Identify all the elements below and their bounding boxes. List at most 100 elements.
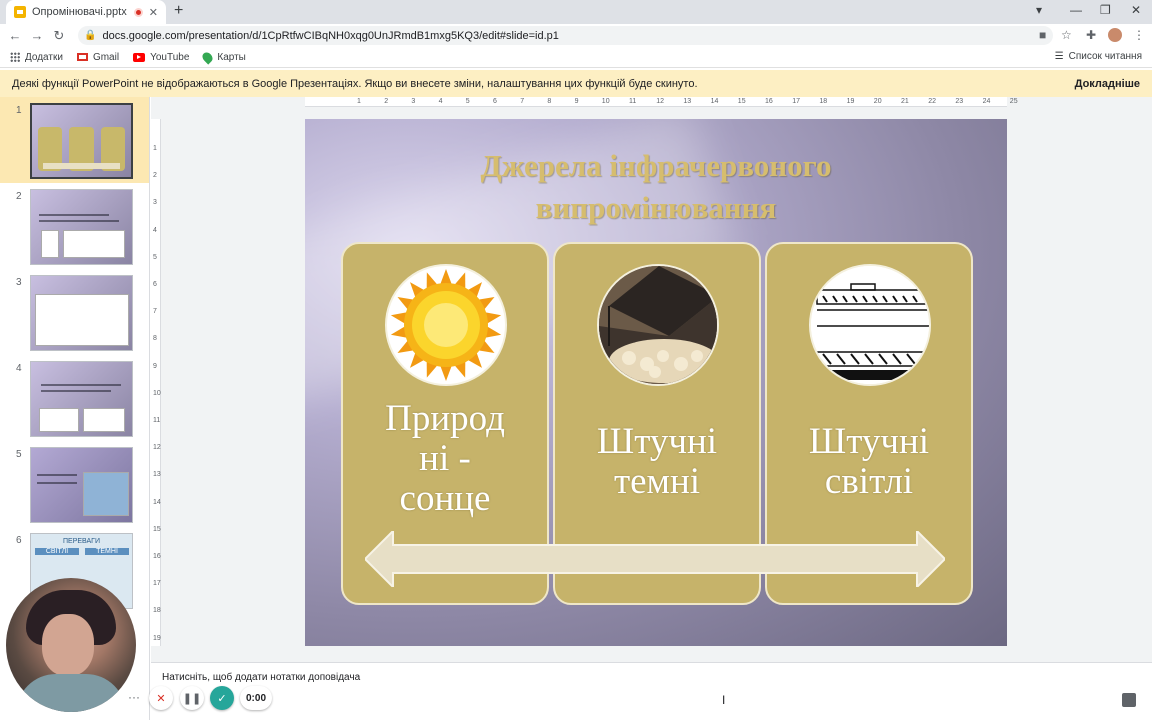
card-label-line: темні	[613, 461, 701, 502]
slide-title[interactable]: Джерела інфрачервоного випромінювання	[305, 145, 1007, 229]
ruler-tick-label: 10	[153, 389, 161, 397]
bookmark-gmail[interactable]: Gmail	[76, 51, 120, 63]
apps-grid-icon	[10, 52, 20, 62]
menu-icon[interactable]: ⋮	[1133, 28, 1145, 42]
tab-search-icon[interactable]: ▾	[1036, 3, 1042, 17]
ruler-tick-label: 19	[153, 634, 161, 642]
webcam-preview	[6, 578, 136, 712]
filmstrip-slide-2[interactable]: 2	[0, 183, 149, 269]
forward-icon[interactable]: →	[26, 28, 48, 43]
ruler-tick-label: 18	[153, 607, 161, 615]
slide-thumbnail[interactable]	[30, 361, 133, 437]
explore-icon[interactable]	[1122, 693, 1136, 707]
filmstrip-slide-3[interactable]: 3	[0, 269, 149, 355]
address-bar[interactable]: 🔒 docs.google.com/presentation/d/1CpRtfw…	[78, 26, 1053, 45]
recorder-more-icon[interactable]: ···	[128, 690, 140, 704]
ruler-tick-label: 24	[982, 98, 991, 105]
lock-icon[interactable]: 🔒	[84, 30, 96, 41]
profile-avatar[interactable]	[1107, 27, 1123, 43]
bookmark-label: YouTube	[150, 51, 190, 63]
ruler-tick-label: 11	[629, 98, 637, 105]
slide-number: 6	[16, 535, 22, 546]
bookmark-star-icon[interactable]: ☆	[1061, 28, 1072, 42]
slide-number: 2	[16, 191, 22, 202]
ruler-tick-label: 16	[153, 553, 161, 560]
ruler-tick-label: 3	[411, 98, 416, 105]
ruler-tick-label: 6	[153, 281, 157, 288]
tab-close-icon[interactable]: ✕	[149, 6, 158, 19]
bookmark-apps[interactable]: Додатки	[10, 52, 63, 63]
ruler-tick-label: 21	[901, 98, 909, 105]
ruler-tick-label: 3	[153, 199, 157, 207]
browser-tab[interactable]: Опромінювачі.pptx - Googl ✕	[6, 0, 166, 24]
slide-number: 1	[16, 105, 22, 116]
ruler-tick-label: 9	[574, 98, 579, 105]
ruler-tick-label: 5	[153, 253, 157, 261]
recorder-cancel-button[interactable]: ✕	[149, 686, 173, 710]
reading-list-button[interactable]: ☰ Список читання	[1055, 51, 1142, 62]
recorder-pause-button[interactable]: ❚❚	[180, 686, 204, 710]
ruler-tick-label: 17	[153, 580, 161, 588]
camera-icon[interactable]: ■	[1039, 28, 1046, 42]
ruler-tick-label: 7	[520, 98, 525, 105]
slide[interactable]: Джерела інфрачервоного випромінювання Пр…	[305, 119, 1007, 646]
thumb-left-label: СВІТЛІ	[35, 548, 79, 555]
slide-number: 4	[16, 363, 22, 374]
recording-indicator-icon	[133, 7, 143, 17]
ruler-tick-label: 8	[547, 98, 552, 105]
vertical-ruler: 1 2 3 4 5 6 7 8 9 10 11 12 13 14 15 16 17 18 19	[151, 119, 161, 646]
bookmark-maps[interactable]: Карты	[200, 49, 246, 65]
slide-thumbnail[interactable]	[30, 189, 133, 265]
filmstrip-slide-4[interactable]: 4	[0, 355, 149, 441]
minimize-button[interactable]: —	[1070, 3, 1082, 17]
close-window-button[interactable]: ✕	[1131, 3, 1141, 17]
card-label: Штучні темні	[555, 422, 759, 502]
ruler-tick-label: 4	[153, 226, 157, 234]
dark-heater-photo	[597, 264, 719, 386]
card-label-line: ні -	[419, 438, 471, 479]
bookmark-label: Додатки	[25, 51, 63, 63]
ruler-tick-label: 6	[493, 98, 497, 105]
card-label-line: Штучні	[808, 421, 930, 462]
youtube-icon	[133, 52, 146, 62]
back-icon[interactable]: ←	[4, 28, 26, 43]
slide-thumbnail[interactable]	[30, 275, 133, 351]
card-label: Природ ні - сонце	[343, 399, 547, 519]
bookmark-label: Карты	[217, 51, 246, 63]
tab-title: Опромінювачі.pptx - Googl	[32, 6, 128, 18]
reading-list-label: Список читання	[1068, 51, 1142, 62]
filmstrip-slide-1[interactable]: 1	[0, 97, 149, 183]
ruler-tick-label: 17	[792, 98, 800, 105]
filmstrip-slide-5[interactable]: 5	[0, 441, 149, 527]
bookmark-youtube[interactable]: YouTube	[133, 52, 189, 63]
recorder-timer: 0:00	[240, 686, 272, 710]
slide-thumbnail[interactable]	[30, 103, 133, 179]
reading-list-icon: ☰	[1054, 51, 1064, 62]
recorder-finish-button[interactable]: ✓	[210, 686, 234, 710]
slide-number: 3	[16, 277, 22, 288]
maximize-button[interactable]: ❐	[1100, 3, 1111, 17]
reload-icon[interactable]: ↻	[48, 28, 70, 44]
ruler-tick-label: 13	[153, 471, 161, 479]
ruler-tick-label: 19	[846, 98, 855, 105]
card-label-line: Природ	[385, 398, 505, 439]
slide-number: 5	[16, 449, 22, 460]
horizontal-ruler: 1 2 3 4 5 6 7 8 9 10 11 12 13 14 15 16 17 18 19 20 21 22 23 24 2…	[305, 97, 1018, 107]
card-label-line: Штучні	[596, 421, 718, 462]
url-text: docs.google.com/presentation/d/1CpRtfwCI…	[102, 29, 559, 42]
ruler-tick-label: 18	[819, 98, 828, 105]
ruler-tick-label: 8	[153, 335, 157, 343]
slide-thumbnail[interactable]	[30, 447, 133, 523]
learn-more-link[interactable]: Докладніше	[1075, 78, 1140, 90]
bookmark-label: Gmail	[92, 51, 120, 63]
new-tab-button[interactable]: +	[174, 2, 183, 20]
ruler-tick-label: 2	[384, 98, 389, 105]
ruler-tick-label: 20	[873, 98, 882, 105]
speaker-notes-placeholder[interactable]: Натисніть, щоб додати нотатки доповідача	[162, 672, 360, 683]
speaker-notes[interactable]: Натисніть, щоб додати нотатки доповідача	[151, 662, 1152, 720]
double-arrow-icon[interactable]	[365, 531, 945, 587]
extensions-icon[interactable]: ✚	[1086, 28, 1096, 42]
ruler-tick-label: 16	[765, 98, 773, 105]
ruler-tick-label: 5	[465, 98, 470, 105]
bookmarks-bar: Додатки Gmail YouTube Карты ☰ Список чит…	[0, 47, 1152, 68]
